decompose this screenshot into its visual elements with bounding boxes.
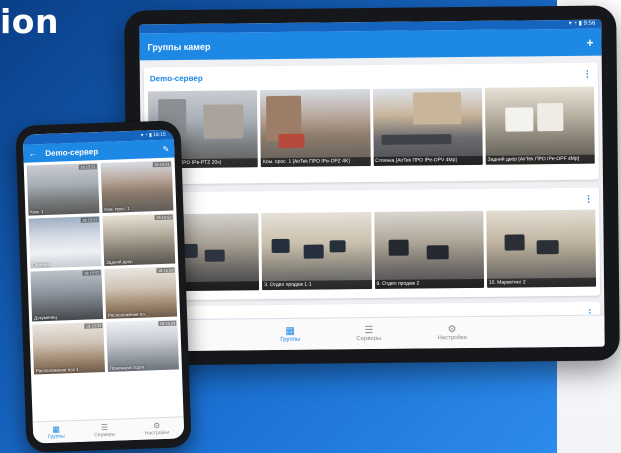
- group-name: Demo-сервер: [149, 73, 203, 83]
- server-icon: ☰: [100, 422, 109, 433]
- bottom-navigation: ▦ Группы ☰ Серверы ⚙ Настройки: [32, 416, 185, 444]
- group-card: ⋮ 3. Отдел продаж 1-1 8. Отдел продаж 2 …: [145, 187, 601, 301]
- nav-groups[interactable]: ▦ Группы: [280, 326, 300, 343]
- server-icon: ☰: [364, 324, 374, 337]
- hero-title: ion: [0, 2, 59, 41]
- edit-icon[interactable]: ✎: [162, 144, 169, 153]
- gear-icon: ⚙: [153, 421, 161, 431]
- camera-label: 8. Отдел продаж 2: [374, 278, 484, 289]
- nav-settings[interactable]: ⚙ Настройки: [144, 421, 170, 437]
- camera-thumbnail[interactable]: 3. Отдел продаж 1-1: [261, 212, 372, 291]
- group-header[interactable]: Demo-сервер ⋮: [144, 63, 598, 90]
- camera-label: Расположение по...: [107, 311, 149, 318]
- nav-groups[interactable]: ▦ Группы: [48, 424, 65, 440]
- app-bar: Группы камер +: [139, 28, 602, 61]
- camera-thumbnail[interactable]: 16:15:51 Кам. 1: [26, 163, 100, 216]
- camera-thumbnail[interactable]: Задний двор [AirTek ПРО IPe-OPF 4Mp]: [484, 86, 595, 165]
- camera-label: Кам. 1: [30, 209, 44, 215]
- nav-settings[interactable]: ⚙ Настройки: [437, 324, 466, 341]
- camera-label: Ком. прос. 1: [104, 206, 130, 212]
- more-vert-icon[interactable]: ⋮: [583, 68, 592, 78]
- camera-thumbnail[interactable]: 16:15:52 Докуменец: [30, 269, 104, 322]
- camera-thumbnail[interactable]: Ком. прос. 1 [AirTek ПРО IPe-OPZ 4K]: [260, 89, 371, 168]
- camera-thumbnail[interactable]: Стоянка [AirTek ПРО IPe-OPV 4Mp]: [372, 87, 483, 166]
- camera-thumbnail[interactable]: 10. Маркетинг 2: [486, 209, 597, 288]
- bottom-navigation: ▦ Группы ☰ Серверы ⚙ Настройки: [142, 314, 605, 352]
- phone-device: ▾ ◔ ▮ 16:15 ← Demo-сервер ✎ 16:15:51 Кам…: [15, 120, 192, 453]
- camera-label: Задний двор [AirTek ПРО IPe-OPF 4Mp]: [485, 154, 595, 165]
- camera-label: Приемная отдел: [109, 364, 145, 371]
- tablet-screen: ▾ ◔ ▮ 9:56 Группы камер + Demo-сервер ⋮ …: [139, 19, 605, 352]
- camera-label: Стоянка [AirTek ПРО IPe-OPV 4Mp]: [373, 155, 483, 166]
- camera-thumbnail[interactable]: 16:15:53 Расположение пос 1: [32, 322, 105, 375]
- camera-label: 10. Маркетинг 2: [486, 277, 597, 288]
- camera-thumbnail[interactable]: 16:15:51 Ком. прос. 1: [100, 160, 174, 213]
- camera-label: Расположение пос 1: [35, 366, 79, 374]
- nav-servers[interactable]: ☰ Серверы: [356, 325, 381, 342]
- gear-icon: ⚙: [447, 324, 457, 336]
- grid-icon: ▦: [285, 325, 296, 337]
- group-card: Demo-сервер ⋮ Кам. (AirTek ПРО IPe-PTZ 2…: [143, 62, 599, 185]
- camera-thumbnail[interactable]: 8. Отдел продаж 2: [373, 210, 484, 289]
- camera-label: Задний двор: [106, 258, 133, 265]
- grid-icon: ▦: [52, 424, 61, 434]
- page-title: Группы камер: [147, 41, 211, 52]
- add-group-button[interactable]: +: [586, 35, 593, 49]
- phone-screen: ▾ ◔ ▮ 16:15 ← Demo-сервер ✎ 16:15:51 Кам…: [22, 129, 185, 444]
- camera-thumbnail[interactable]: 16:15:52 Стоянка: [28, 216, 102, 269]
- camera-label: Стоянка: [32, 261, 50, 268]
- camera-label: Ком. прос. 1 [AirTek ПРО IPe-OPZ 4K]: [260, 157, 371, 168]
- camera-thumbnail[interactable]: 16:15:52 Задний двор: [102, 213, 176, 266]
- tablet-device: ▾ ◔ ▮ 9:56 Группы камер + Demo-сервер ⋮ …: [124, 5, 620, 366]
- camera-grid: 16:15:51 Кам. 1 16:15:51 Ком. прос. 1 16…: [24, 157, 182, 377]
- camera-label: 3. Отдел продаж 1-1: [262, 280, 372, 291]
- back-arrow-icon[interactable]: ←: [28, 148, 37, 158]
- camera-thumbnail[interactable]: 16:15:54 Приемная отдел: [106, 319, 179, 372]
- page-title: Demo-сервер: [45, 146, 99, 158]
- nav-servers[interactable]: ☰ Серверы: [94, 422, 115, 438]
- camera-thumbnail[interactable]: 16:15:53 Расположение по...: [104, 266, 178, 319]
- camera-label: Докуменец: [33, 314, 58, 321]
- more-vert-icon[interactable]: ⋮: [584, 193, 593, 203]
